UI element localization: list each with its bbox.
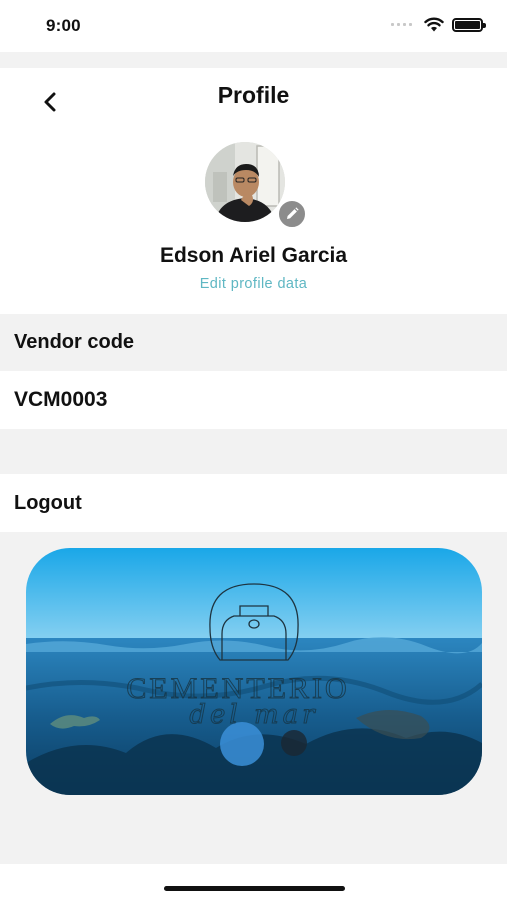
avatar-container	[205, 142, 307, 229]
edit-profile-link[interactable]: Edit profile data	[0, 276, 507, 292]
brand-banner: CEMENTERIO del mar	[26, 548, 482, 795]
profile-name: Edson Ariel Garcia	[159, 244, 348, 267]
logout-button[interactable]: Logout	[0, 474, 507, 532]
pencil-icon	[287, 207, 299, 219]
vendor-code-label: Vendor code	[0, 314, 507, 371]
banner-area: CEMENTERIO del mar	[0, 532, 507, 864]
edit-avatar-button[interactable]	[277, 199, 307, 229]
status-bar: 9:00	[0, 0, 507, 52]
page-title: Profile	[217, 82, 290, 108]
vendor-code-value: VCM0003	[0, 371, 507, 429]
section-divider	[0, 429, 507, 474]
ocean-banner-image: CEMENTERIO del mar	[26, 548, 482, 795]
bottom-bar	[0, 864, 507, 900]
section-divider	[0, 52, 507, 68]
banner-logo-line2: del mar	[189, 700, 318, 730]
wifi-icon	[424, 17, 444, 32]
battery-icon	[452, 17, 486, 32]
avatar-photo	[205, 142, 285, 222]
avatar[interactable]	[205, 142, 285, 222]
profile-header: Profile Edson Ariel Garcia Edit profile …	[0, 68, 507, 314]
home-indicator[interactable]	[164, 886, 345, 891]
signal-dots-icon	[391, 23, 412, 26]
status-time: 9:00	[46, 16, 81, 35]
status-icons	[391, 17, 486, 32]
